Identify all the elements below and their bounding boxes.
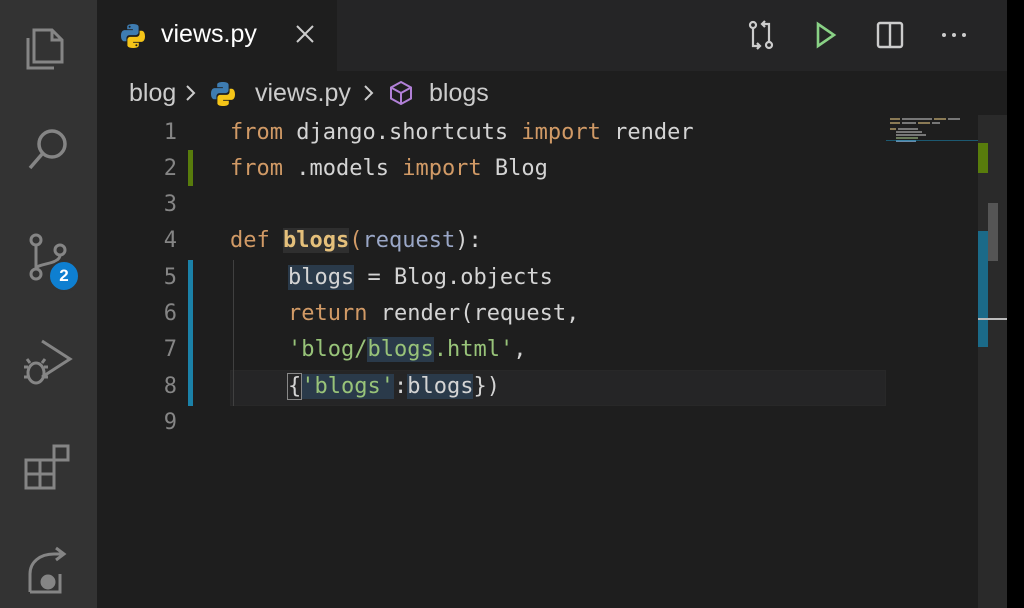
line-number: 5 xyxy=(163,265,177,290)
more-actions-button[interactable] xyxy=(937,18,971,52)
modified-lines-marker xyxy=(188,260,193,406)
code-editor[interactable]: 1 2 3 4 5 6 7 8 9 from django.shortcuts … xyxy=(97,115,1007,608)
code-line-4: def blogs(request): xyxy=(230,228,482,253)
line-number: 7 xyxy=(163,337,177,362)
python-file-icon xyxy=(121,24,145,48)
chevron-right-icon xyxy=(186,85,196,101)
scrollbar[interactable] xyxy=(978,115,1008,608)
extensions-icon[interactable] xyxy=(20,438,76,494)
activity-bar: 2 xyxy=(0,0,97,608)
search-icon[interactable] xyxy=(20,122,76,178)
split-editor-button[interactable] xyxy=(873,18,907,52)
line-number: 9 xyxy=(163,410,177,435)
python-file-icon xyxy=(211,82,235,106)
code-line-2: from .models import Blog xyxy=(230,156,548,181)
source-control-badge: 2 xyxy=(48,260,80,292)
code-line-8: {'blogs':blogs}) xyxy=(286,373,500,400)
run-button[interactable] xyxy=(808,18,842,52)
added-line-ruler-mark xyxy=(978,143,988,173)
cursor-ruler-mark xyxy=(978,318,1008,320)
code-line-1: from django.shortcuts import render xyxy=(230,120,694,145)
indent-guide xyxy=(233,260,234,406)
chevron-right-icon xyxy=(364,85,374,101)
breadcrumb-file[interactable]: views.py xyxy=(255,79,351,108)
code-line-7: 'blog/blogs.html', xyxy=(288,337,527,362)
more-actions-icon xyxy=(942,33,966,37)
line-number: 2 xyxy=(163,156,177,181)
breadcrumb-symbol[interactable]: blogs xyxy=(429,79,489,108)
line-number: 1 xyxy=(163,120,177,145)
line-number: 6 xyxy=(163,301,177,326)
tab-title: views.py xyxy=(161,20,257,48)
line-number: 4 xyxy=(163,228,177,253)
breadcrumb: blog views.py blogs xyxy=(97,71,1007,115)
scrollbar-thumb[interactable] xyxy=(988,203,998,261)
explorer-icon[interactable] xyxy=(20,20,76,76)
compare-changes-icon xyxy=(748,20,774,50)
minimap[interactable] xyxy=(886,115,978,155)
code-line-5: blogs = Blog.objects xyxy=(288,265,553,290)
compare-changes-button[interactable] xyxy=(744,18,778,52)
modified-lines-ruler-mark xyxy=(978,231,988,347)
method-symbol-icon xyxy=(390,80,412,106)
line-number: 3 xyxy=(163,192,177,217)
line-number: 8 xyxy=(163,374,177,399)
window-edge xyxy=(1007,0,1024,608)
tab-bar: views.py xyxy=(97,0,1007,71)
remote-explorer-icon[interactable] xyxy=(20,542,76,598)
code-line-6: return render(request, xyxy=(288,301,580,326)
run-icon xyxy=(816,21,837,49)
split-editor-icon xyxy=(876,21,904,49)
added-line-marker xyxy=(188,150,193,186)
breadcrumb-folder[interactable]: blog xyxy=(129,79,176,108)
run-debug-icon[interactable] xyxy=(20,333,76,389)
close-icon[interactable] xyxy=(293,22,317,46)
tab-views-py[interactable]: views.py xyxy=(97,0,337,71)
